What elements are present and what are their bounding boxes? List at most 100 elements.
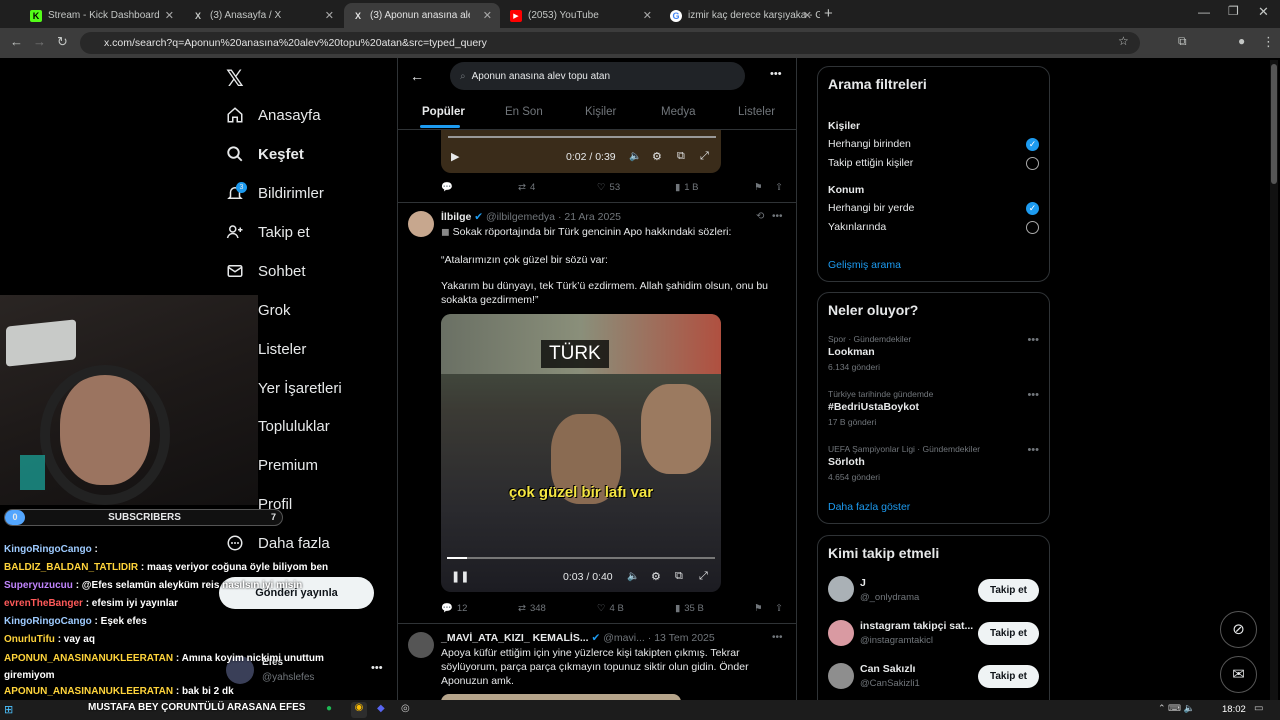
chat-username[interactable]: evrenTheBanger bbox=[4, 598, 83, 609]
discord-icon[interactable]: ◆ bbox=[377, 703, 385, 714]
grok-icon[interactable]: ⟲ bbox=[756, 211, 764, 222]
chat-username[interactable]: APONUN_ANASINANUKLEERATAN bbox=[4, 686, 173, 697]
forward-icon[interactable]: → bbox=[33, 34, 46, 49]
user-name[interactable]: Can Sakızlı bbox=[860, 663, 915, 675]
chrome-icon[interactable]: ◉ bbox=[351, 702, 367, 718]
tab-popular[interactable]: Popüler bbox=[422, 106, 465, 118]
tab-latest[interactable]: En Son bbox=[505, 106, 543, 118]
post-date[interactable]: 13 Tem 2025 bbox=[654, 632, 715, 644]
chat-username[interactable]: KingoRingoCango bbox=[4, 544, 92, 555]
tab-x-search[interactable]: X (3) Aponun anasına alev to ✕ bbox=[344, 3, 500, 28]
bookmark-icon[interactable]: ⚑ bbox=[754, 603, 763, 614]
pip-icon[interactable]: ⧉ bbox=[675, 570, 683, 583]
radio-empty[interactable] bbox=[1026, 221, 1039, 234]
trend-name[interactable]: Sörloth bbox=[828, 456, 865, 468]
settings-gear-icon[interactable]: ⚙ bbox=[651, 570, 661, 583]
pip-icon[interactable]: ⧉ bbox=[677, 150, 685, 163]
avatar[interactable] bbox=[828, 576, 854, 602]
tab-people[interactable]: Kişiler bbox=[585, 106, 616, 118]
nav-messages[interactable]: Sohbet bbox=[226, 256, 306, 286]
like-stat[interactable]: ♡ 53 bbox=[597, 182, 620, 193]
post-date[interactable]: 21 Ara 2025 bbox=[564, 211, 621, 223]
trend-more-icon[interactable]: ••• bbox=[1027, 334, 1039, 346]
filter-option-label[interactable]: Herhangi birinden bbox=[828, 138, 911, 150]
trend-name[interactable]: Lookman bbox=[828, 346, 875, 358]
author-name[interactable]: İlbilge bbox=[441, 211, 471, 223]
filter-option-label[interactable]: Takip ettiğin kişiler bbox=[828, 157, 913, 169]
chat-username[interactable]: BALDIZ_BALDAN_TATLIDIR bbox=[4, 562, 138, 573]
video-player[interactable]: TÜRK çok güzel bir lafı var ❚❚ 0:03 / 0:… bbox=[441, 314, 721, 592]
user-name[interactable]: instagram takipçi sat... bbox=[860, 620, 973, 632]
share-icon[interactable]: ⇪ bbox=[775, 603, 783, 614]
retweet-stat[interactable]: ⇄ 4 bbox=[518, 182, 535, 193]
follow-button[interactable]: Takip et bbox=[977, 579, 1039, 602]
close-icon[interactable]: ✕ bbox=[483, 9, 492, 22]
minimize-button[interactable]: — bbox=[1198, 5, 1210, 19]
fullscreen-icon[interactable]: ⤢ bbox=[699, 570, 708, 583]
new-tab-button[interactable]: + bbox=[824, 5, 833, 22]
settings-gear-icon[interactable]: ⚙ bbox=[652, 150, 662, 163]
search-options-icon[interactable]: ••• bbox=[770, 68, 782, 80]
radio-checked-icon[interactable]: ✓ bbox=[1026, 202, 1039, 215]
trend-more-icon[interactable]: ••• bbox=[1027, 444, 1039, 456]
nav-more[interactable]: Daha fazla bbox=[226, 528, 330, 558]
reply-stat[interactable]: 💬 12 bbox=[441, 603, 467, 614]
x-logo-icon[interactable]: 𝕏 bbox=[226, 66, 244, 92]
notifications-icon[interactable]: ▭ bbox=[1254, 703, 1263, 714]
nav-home[interactable]: Anasayfa bbox=[226, 100, 321, 130]
obs-icon[interactable]: ◎ bbox=[401, 703, 410, 714]
video-progress-bar[interactable] bbox=[447, 557, 715, 559]
trend-more-icon[interactable]: ••• bbox=[1027, 389, 1039, 401]
scrollbar[interactable] bbox=[1270, 60, 1278, 700]
close-icon[interactable]: ✕ bbox=[165, 9, 174, 22]
retweet-stat[interactable]: ⇄ 348 bbox=[518, 603, 546, 614]
tab-x-home[interactable]: X (3) Anasayfa / X ✕ bbox=[184, 3, 342, 28]
close-icon[interactable]: ✕ bbox=[325, 9, 334, 22]
avatar[interactable] bbox=[408, 632, 434, 658]
fullscreen-icon[interactable]: ⤢ bbox=[700, 150, 709, 163]
like-stat[interactable]: ♡ 4 B bbox=[597, 603, 624, 614]
back-arrow-icon[interactable]: ← bbox=[410, 68, 424, 84]
chat-username[interactable]: Superyuzucuu bbox=[4, 580, 73, 591]
close-window-button[interactable]: ✕ bbox=[1258, 4, 1269, 20]
chat-username[interactable]: KingoRingoCango bbox=[4, 616, 92, 627]
volume-icon[interactable]: 🔈 bbox=[629, 151, 641, 162]
trend-name[interactable]: #BedriUstaBoykot bbox=[828, 401, 919, 413]
nav-follow[interactable]: Takip et bbox=[226, 217, 310, 247]
back-icon[interactable]: ← bbox=[10, 34, 23, 49]
tab-youtube[interactable]: ▶ (2053) YouTube ✕ bbox=[502, 3, 660, 28]
author-name[interactable]: _MAVİ_ATA_KIZI_ KEMALİS... bbox=[441, 632, 589, 644]
chat-username[interactable]: OnurluTifu bbox=[4, 634, 55, 645]
author-handle[interactable]: @mavi... bbox=[603, 632, 645, 644]
author-handle[interactable]: @ilbilgemedya bbox=[486, 211, 555, 223]
radio-empty[interactable] bbox=[1026, 157, 1039, 170]
video-progress-bar[interactable] bbox=[448, 136, 716, 138]
bookmark-icon[interactable]: ⚑ bbox=[754, 182, 763, 193]
chat-username[interactable]: APONUN_ANASINANUKLEERATAN bbox=[4, 653, 173, 664]
messages-float-icon[interactable]: ✉ bbox=[1220, 656, 1257, 693]
bookmark-star-icon[interactable]: ☆ bbox=[1118, 34, 1129, 48]
account-more-icon[interactable]: ••• bbox=[371, 662, 383, 674]
radio-checked-icon[interactable]: ✓ bbox=[1026, 138, 1039, 151]
show-more-link[interactable]: Daha fazla göster bbox=[828, 501, 910, 513]
user-name[interactable]: J bbox=[860, 577, 866, 589]
close-icon[interactable]: ✕ bbox=[803, 9, 812, 22]
search-input[interactable]: ⌕ Aponun anasına alev topu atan bbox=[450, 62, 745, 90]
more-icon[interactable]: ••• bbox=[772, 632, 783, 643]
avatar[interactable] bbox=[408, 211, 434, 237]
tab-media[interactable]: Medya bbox=[661, 106, 696, 118]
views-stat[interactable]: ▮ 35 B bbox=[675, 603, 704, 614]
follow-button[interactable]: Takip et bbox=[977, 622, 1039, 645]
extensions-icon[interactable]: ⧉ bbox=[1178, 34, 1187, 49]
close-icon[interactable]: ✕ bbox=[643, 9, 652, 22]
filter-option-label[interactable]: Yakınlarında bbox=[828, 221, 886, 233]
follow-button[interactable]: Takip et bbox=[977, 665, 1039, 688]
profile-icon[interactable]: ● bbox=[1238, 34, 1245, 48]
avatar[interactable] bbox=[828, 620, 854, 646]
advanced-search-link[interactable]: Gelişmiş arama bbox=[828, 259, 901, 271]
reload-icon[interactable]: ↻ bbox=[57, 34, 68, 50]
reply-icon[interactable]: 💬 bbox=[441, 182, 453, 193]
volume-icon[interactable]: 🔈 bbox=[627, 571, 639, 582]
menu-icon[interactable]: ⋮ bbox=[1262, 34, 1275, 50]
nav-explore[interactable]: Keşfet bbox=[226, 139, 304, 169]
